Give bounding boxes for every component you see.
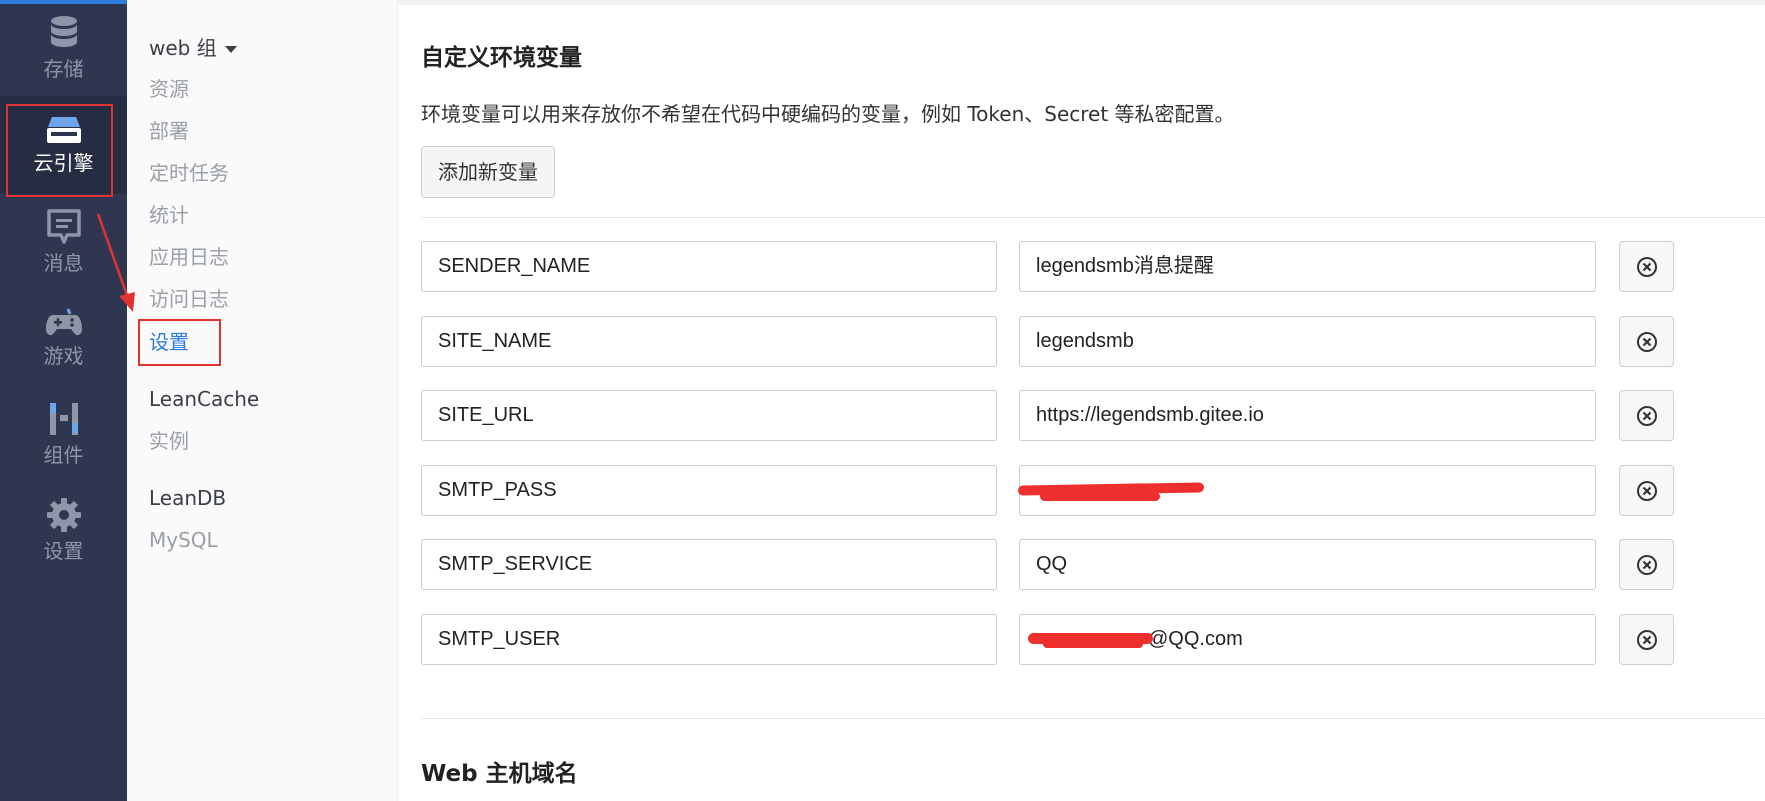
close-circle-icon <box>1636 405 1657 426</box>
rail-item-label: 组件 <box>43 443 84 467</box>
close-circle-icon <box>1636 256 1657 277</box>
env-value-input[interactable]: legendsmb消息提醒 <box>1019 241 1596 292</box>
delete-variable-button[interactable] <box>1619 539 1674 590</box>
redaction-mark <box>1040 492 1160 501</box>
delete-variable-button[interactable] <box>1619 614 1674 665</box>
env-value-input[interactable]: legendsmb <box>1019 316 1596 367</box>
delete-variable-button[interactable] <box>1619 465 1674 516</box>
rail-item-components[interactable]: 组件 <box>0 386 127 482</box>
env-vars-description: 环境变量可以用来存放你不希望在代码中硬编码的变量，例如 Token、Secret… <box>421 102 1235 126</box>
nav-mysql[interactable]: MySQL <box>149 527 218 553</box>
nav-scheduled-tasks[interactable]: 定时任务 <box>149 160 229 186</box>
group-dropdown[interactable]: web 组 <box>149 35 237 61</box>
gear-icon <box>46 498 81 532</box>
annotation-arrow-icon <box>96 213 135 312</box>
main-content: 自定义环境变量 环境变量可以用来存放你不希望在代码中硬编码的变量，例如 Toke… <box>398 0 1765 801</box>
divider <box>421 217 1765 218</box>
close-circle-icon <box>1636 480 1657 501</box>
env-value-input[interactable] <box>1017 465 1596 516</box>
rail-item-label: 游戏 <box>43 344 84 368</box>
caret-down-icon <box>224 46 237 53</box>
env-key-input[interactable]: SENDER_NAME <box>421 241 997 292</box>
section-leancache: LeanCache <box>149 387 260 411</box>
env-value-input[interactable]: QQ <box>1019 539 1596 590</box>
redaction-mark <box>1043 640 1143 648</box>
secondary-nav: web 组 资源 部署 定时任务 统计 应用日志 访问日志 设置 LeanCac… <box>127 0 398 801</box>
close-circle-icon <box>1636 554 1657 575</box>
close-circle-icon <box>1636 331 1657 352</box>
env-vars-title: 自定义环境变量 <box>421 45 582 71</box>
web-host-title: Web 主机域名 <box>421 761 578 787</box>
nav-app-logs[interactable]: 应用日志 <box>149 244 229 270</box>
components-icon <box>49 403 78 435</box>
close-circle-icon <box>1636 629 1657 650</box>
nav-instances[interactable]: 实例 <box>149 428 189 454</box>
divider <box>421 718 1765 719</box>
delete-variable-button[interactable] <box>1619 390 1674 441</box>
section-leandb: LeanDB <box>149 486 227 510</box>
nav-access-logs[interactable]: 访问日志 <box>149 286 229 312</box>
env-key-input[interactable]: SITE_URL <box>421 390 997 441</box>
rail-item-settings[interactable]: 设置 <box>0 482 127 578</box>
delete-variable-button[interactable] <box>1619 241 1674 292</box>
add-variable-button[interactable]: 添加新变量 <box>421 146 555 198</box>
rail-item-label: 设置 <box>43 539 84 563</box>
env-key-input[interactable]: SMTP_SERVICE <box>421 539 997 590</box>
env-key-input[interactable]: SMTP_USER <box>421 614 997 665</box>
env-key-input[interactable]: SITE_NAME <box>421 316 997 367</box>
env-value-input[interactable]: https://legendsmb.gitee.io <box>1019 390 1596 441</box>
delete-variable-button[interactable] <box>1619 316 1674 367</box>
env-key-input[interactable]: SMTP_PASS <box>421 465 997 516</box>
